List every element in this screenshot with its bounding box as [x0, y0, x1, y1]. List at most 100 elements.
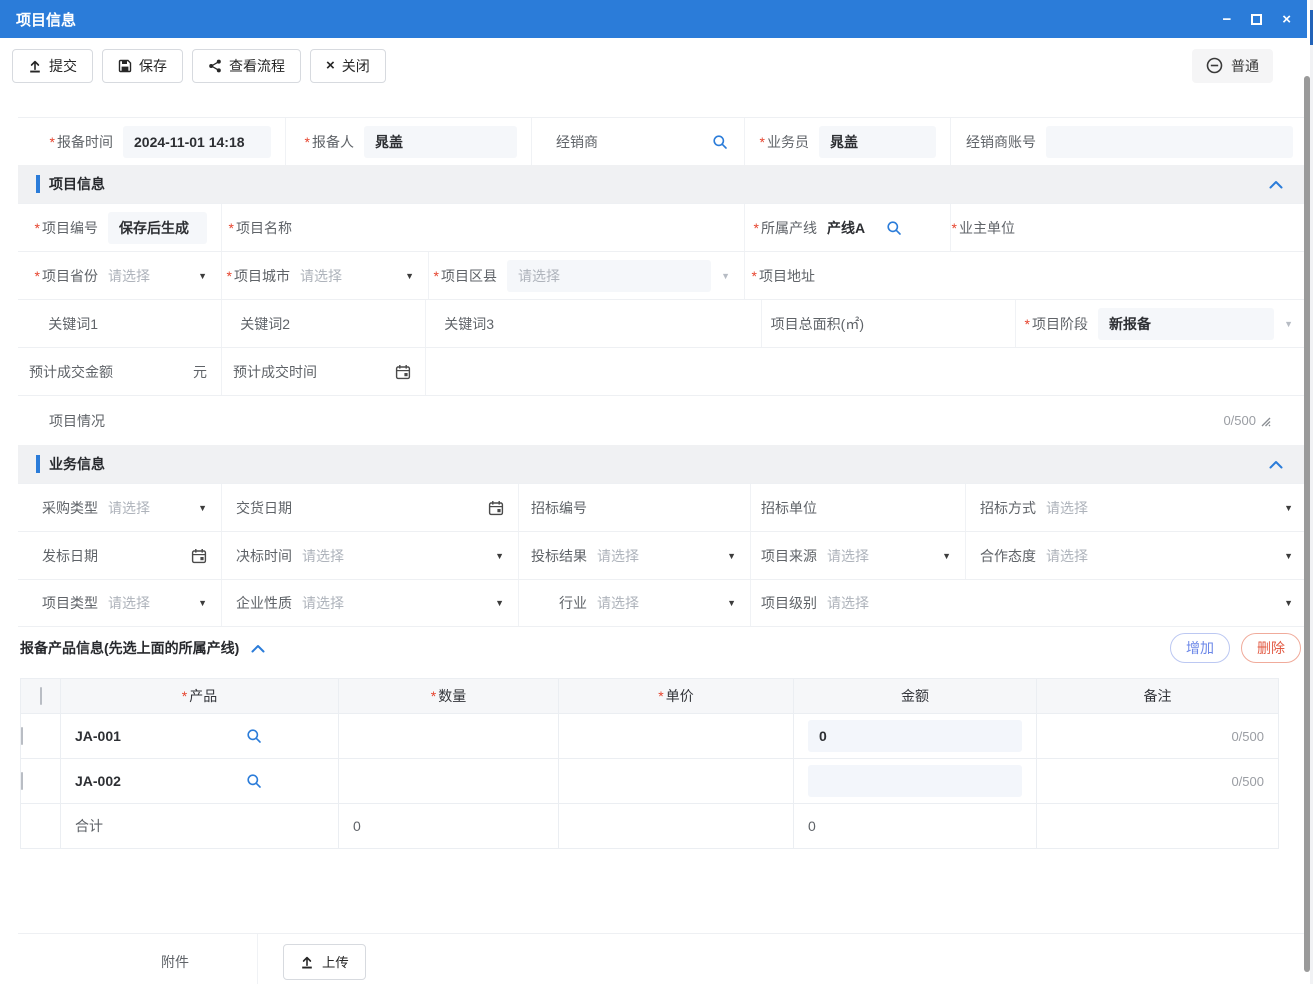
chevron-up-icon[interactable]	[251, 644, 265, 653]
caret-down-icon: ▼	[721, 271, 730, 281]
dealer-label: 经销商	[532, 132, 608, 152]
delivery-date-label: 交货日期	[222, 498, 302, 518]
save-button[interactable]: 保存	[102, 49, 183, 83]
maximize-icon[interactable]	[1251, 14, 1262, 25]
product-value[interactable]: JA-001	[75, 728, 121, 744]
dialog-title: 项目信息	[16, 9, 76, 30]
view-flow-button[interactable]: 查看流程	[192, 49, 301, 83]
salesman-input[interactable]: 晁盖	[819, 126, 936, 158]
bid-unit-label: 招标单位	[751, 498, 827, 518]
product-value[interactable]: JA-002	[75, 773, 121, 789]
project-no-label: *项目编号	[18, 218, 108, 238]
vertical-scrollbar[interactable]	[1304, 76, 1310, 972]
resize-corner-icon[interactable]	[1259, 415, 1271, 427]
product-line-label: *所属产线	[745, 218, 827, 238]
project-level-select[interactable]: 请选择▼	[827, 593, 1307, 613]
chevron-up-icon[interactable]	[1269, 180, 1283, 189]
project-level-label: 项目级别	[751, 593, 827, 613]
required-mark: *	[50, 134, 55, 150]
amount-input[interactable]: 0	[808, 720, 1022, 752]
dialog-titlebar: 项目信息 − ×	[0, 0, 1307, 38]
stage-select[interactable]: 新报备▼	[1098, 308, 1307, 340]
project-type-select[interactable]: 请选择▼	[108, 593, 221, 613]
select-all-checkbox[interactable]	[40, 687, 42, 705]
source-select[interactable]: 请选择▼	[827, 546, 965, 566]
required-mark: *	[752, 268, 757, 284]
bid-result-select[interactable]: 请选择▼	[597, 546, 750, 566]
required-mark: *	[182, 688, 187, 704]
upload-button[interactable]: 上传	[283, 944, 366, 980]
search-icon[interactable]	[886, 220, 902, 236]
calendar-icon[interactable]	[191, 548, 207, 564]
col-qty: *数量	[339, 679, 559, 714]
minimize-icon[interactable]: −	[1222, 12, 1231, 27]
enterprise-nature-select[interactable]: 请选择▼	[302, 593, 518, 613]
floppy-icon	[118, 59, 132, 73]
close-dialog-button[interactable]: × 关闭	[310, 49, 386, 83]
add-product-button[interactable]: 增加	[1170, 633, 1230, 663]
attachment-label: 附件	[18, 934, 258, 984]
source-label: 项目来源	[751, 546, 827, 566]
amount-input[interactable]	[808, 765, 1022, 797]
submit-button[interactable]: 提交	[12, 49, 93, 83]
priority-badge[interactable]: 普通	[1192, 49, 1273, 83]
situation-textarea[interactable]: 0/500	[115, 413, 1307, 428]
col-note: 备注	[1037, 679, 1279, 714]
chevron-up-icon[interactable]	[1269, 460, 1283, 469]
expected-amount-input[interactable]: 元	[123, 362, 221, 382]
search-icon[interactable]	[246, 773, 262, 789]
industry-select[interactable]: 请选择▼	[597, 593, 750, 613]
note-input[interactable]: 0/500	[1037, 729, 1278, 744]
bid-no-label: 招标编号	[519, 498, 597, 518]
caret-down-icon: ▼	[1284, 598, 1293, 608]
note-input[interactable]: 0/500	[1037, 774, 1278, 789]
salesman-label: *业务员	[745, 132, 819, 152]
attitude-select[interactable]: 请选择▼	[1046, 546, 1307, 566]
caret-down-icon: ▼	[727, 598, 736, 608]
window-controls: − ×	[1222, 12, 1291, 27]
district-label: *项目区县	[429, 266, 507, 286]
city-select[interactable]: 请选择▼	[300, 266, 428, 286]
expected-time-input[interactable]	[327, 364, 425, 380]
purchase-type-select[interactable]: 请选择▼	[108, 498, 221, 518]
col-price: *单价	[559, 679, 794, 714]
close-icon[interactable]: ×	[1282, 12, 1291, 27]
bid-method-select[interactable]: 请选择▼	[1046, 498, 1307, 518]
search-icon[interactable]	[246, 728, 262, 744]
delivery-date-input[interactable]	[302, 500, 518, 516]
product-line-value[interactable]: 产线A	[827, 218, 865, 238]
bid-method-label: 招标方式	[966, 498, 1046, 518]
reporter-input[interactable]: 晁盖	[364, 126, 517, 158]
search-icon[interactable]	[712, 134, 728, 150]
industry-label: 行业	[519, 593, 597, 613]
project-name-label: *项目名称	[222, 218, 302, 238]
project-no-input[interactable]: 保存后生成	[108, 212, 207, 244]
section-accent-bar	[36, 455, 40, 473]
enterprise-nature-label: 企业性质	[222, 593, 302, 613]
total-row: 合计 0 0	[21, 804, 1279, 849]
dealer-account-input[interactable]	[1046, 126, 1293, 158]
project-row-1: *项目编号 保存后生成 *项目名称 *所属产线 产线A *业主单位	[18, 203, 1307, 251]
issue-date-input[interactable]	[108, 548, 221, 564]
note-counter: 0/500	[1231, 729, 1264, 744]
upload-icon	[28, 59, 42, 73]
row-checkbox[interactable]	[21, 727, 23, 745]
district-select[interactable]: 请选择▼	[507, 260, 744, 292]
product-section-header: 报备产品信息(先选上面的所属产线) 增加 删除	[0, 627, 1313, 669]
report-time-input[interactable]: 2024-11-01 14:18	[123, 126, 271, 158]
basic-info-row: *报备时间 2024-11-01 14:18 *报备人 晁盖 经销商 *业务员 …	[18, 117, 1307, 165]
stage-label: *项目阶段	[1016, 314, 1098, 334]
calendar-icon[interactable]	[395, 364, 411, 380]
report-time-label: *报备时间	[18, 132, 123, 152]
row-checkbox[interactable]	[21, 772, 23, 790]
project-row-4: 预计成交金额 元 预计成交时间	[18, 347, 1307, 395]
project-section-title: 项目信息	[49, 174, 105, 194]
award-time-select[interactable]: 请选择▼	[302, 546, 518, 566]
amount-unit: 元	[193, 362, 207, 382]
delete-product-button[interactable]: 删除	[1241, 633, 1301, 663]
caret-down-icon: ▼	[1284, 319, 1293, 329]
note-counter: 0/500	[1231, 774, 1264, 789]
calendar-icon[interactable]	[488, 500, 504, 516]
project-info-dialog: 项目信息 − × 提交 保存 查看流程 × 关闭	[0, 0, 1313, 984]
province-select[interactable]: 请选择▼	[108, 266, 221, 286]
